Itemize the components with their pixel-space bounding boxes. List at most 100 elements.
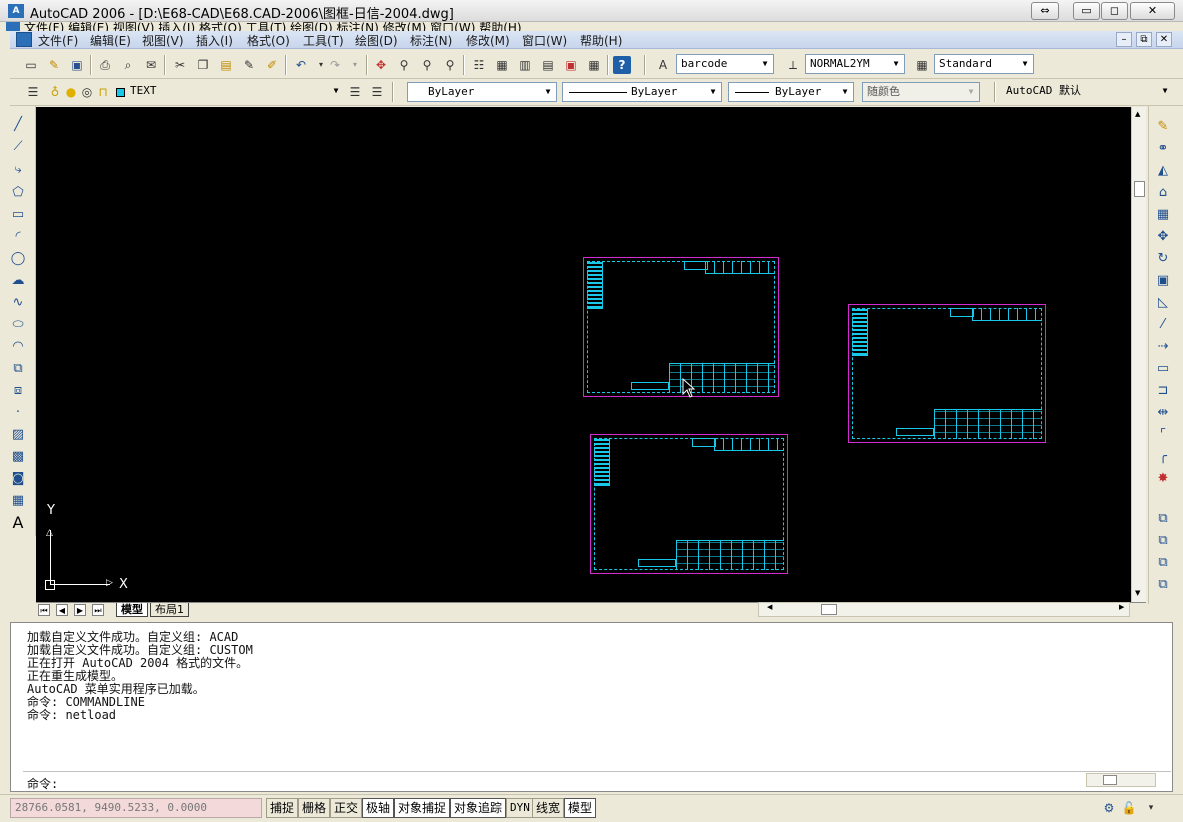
sheet-set-icon[interactable]: ▤ xyxy=(539,56,557,74)
gradient-icon[interactable]: ▩ xyxy=(8,448,28,466)
chamfer-icon[interactable]: ⌜ xyxy=(1153,426,1173,444)
table-icon[interactable]: ▦ xyxy=(8,492,28,510)
rectangle-icon[interactable]: ▭ xyxy=(8,206,28,224)
menu-view[interactable]: 视图(V) xyxy=(142,32,184,49)
paste-icon[interactable]: ▤ xyxy=(217,56,235,74)
multiline-text-icon[interactable]: A xyxy=(8,514,28,532)
break-at-point-icon[interactable]: ▭ xyxy=(1153,360,1173,378)
revision-cloud-icon[interactable]: ☁ xyxy=(8,272,28,290)
dim-style-icon[interactable]: ⟂ xyxy=(784,56,802,74)
scroll-right-icon[interactable]: ▶ xyxy=(1119,603,1124,611)
bring-to-front-icon[interactable]: ⧉ xyxy=(1153,532,1173,550)
draworder-icon[interactable]: ⧉ xyxy=(1153,510,1173,528)
copy-icon[interactable]: ❐ xyxy=(194,56,212,74)
horizontal-scrollbar[interactable]: ◀ ▶ xyxy=(758,602,1130,617)
doc-close-button[interactable]: ✕ xyxy=(1156,32,1172,47)
cut-icon[interactable]: ✂ xyxy=(171,56,189,74)
properties-icon[interactable]: ☷ xyxy=(470,56,488,74)
layer-manager-icon[interactable]: ☰ xyxy=(24,83,42,101)
table-style-select[interactable]: Standard ▼ xyxy=(934,54,1034,74)
zoom-previous-icon[interactable]: ⚲ xyxy=(441,56,459,74)
vertical-scrollbar[interactable]: ▲ ▼ xyxy=(1131,107,1146,602)
command-prompt[interactable]: 命令: xyxy=(27,775,58,792)
move-icon[interactable]: ✥ xyxy=(1153,228,1173,246)
osnap-toggle[interactable]: 对象捕捉 xyxy=(394,798,451,818)
drawing-frame-1[interactable] xyxy=(583,257,779,397)
prev-tab-icon[interactable]: ◀ xyxy=(56,604,68,616)
block-editor-icon[interactable]: ✐ xyxy=(263,56,281,74)
lock-toolbar-icon[interactable]: 🔓 xyxy=(1120,799,1138,817)
markup-set-icon[interactable]: ▣ xyxy=(562,56,580,74)
line-icon[interactable]: ╱ xyxy=(8,116,28,134)
workspace-select[interactable]: AutoCAD 默认 ▼ xyxy=(1002,82,1173,102)
explode-icon[interactable]: ✸ xyxy=(1153,470,1173,488)
drawing-frame-2[interactable] xyxy=(848,304,1046,443)
redo-icon[interactable]: ↷ xyxy=(326,56,344,74)
communication-center-icon[interactable]: ⚙ xyxy=(1100,799,1118,817)
snap-toggle[interactable]: 捕捉 xyxy=(266,798,299,818)
vertical-scroll-thumb[interactable] xyxy=(1134,181,1145,197)
next-tab-icon[interactable]: ▶ xyxy=(74,604,86,616)
pan-realtime-icon[interactable]: ✥ xyxy=(372,56,390,74)
save-icon[interactable]: ▣ xyxy=(68,56,86,74)
construction-line-icon[interactable]: ⟋ xyxy=(8,138,28,156)
arc-icon[interactable]: ◜ xyxy=(8,228,28,246)
offset-icon[interactable]: ⌂ xyxy=(1153,184,1173,202)
undo-icon[interactable]: ↶ xyxy=(292,56,310,74)
menu-modify[interactable]: 修改(M) xyxy=(466,32,510,49)
array-icon[interactable]: ▦ xyxy=(1153,206,1173,224)
coordinate-display[interactable]: 28766.0581, 9490.5233, 0.0000 xyxy=(10,798,262,818)
extend-icon[interactable]: ⇢ xyxy=(1153,338,1173,356)
text-style-icon[interactable]: A xyxy=(654,56,672,74)
send-to-back-icon[interactable]: ⧉ xyxy=(1153,554,1173,572)
status-menu-icon[interactable]: ▾ xyxy=(1142,799,1160,817)
join-icon[interactable]: ⇹ xyxy=(1153,404,1173,422)
polar-toggle[interactable]: 极轴 xyxy=(362,798,395,818)
linetype-select[interactable]: ByLayer ▼ xyxy=(562,82,722,102)
help-icon[interactable]: ? xyxy=(613,56,631,74)
layer-previous-icon[interactable]: ☰ xyxy=(368,83,386,101)
menu-dimension[interactable]: 标注(N) xyxy=(410,32,452,49)
ellipse-arc-icon[interactable]: ◠ xyxy=(8,338,28,356)
restore-layout-icon[interactable]: ⇔ xyxy=(1031,2,1059,20)
horizontal-scroll-thumb[interactable] xyxy=(821,604,837,615)
menu-file[interactable]: 文件(F) xyxy=(38,32,78,49)
plot-icon[interactable]: ⎙ xyxy=(96,56,114,74)
ellipse-icon[interactable]: ⬭ xyxy=(8,316,28,334)
document-icon[interactable] xyxy=(16,32,32,47)
circle-icon[interactable]: ◯ xyxy=(8,250,28,268)
bring-above-icon[interactable]: ⧉ xyxy=(1153,576,1173,594)
plot-preview-icon[interactable]: ⌕ xyxy=(119,56,137,74)
tab-layout1[interactable]: 布局1 xyxy=(150,603,189,617)
ortho-toggle[interactable]: 正交 xyxy=(330,798,363,818)
lineweight-select[interactable]: ByLayer ▼ xyxy=(728,82,854,102)
zoom-window-icon[interactable]: ⚲ xyxy=(418,56,436,74)
menu-help[interactable]: 帮助(H) xyxy=(580,32,622,49)
dyn-toggle[interactable]: DYN xyxy=(506,798,534,818)
design-center-icon[interactable]: ▦ xyxy=(493,56,511,74)
open-file-icon[interactable]: ✎ xyxy=(45,56,63,74)
spline-icon[interactable]: ∿ xyxy=(8,294,28,312)
table-style-icon[interactable]: ▦ xyxy=(913,56,931,74)
maximize-button[interactable]: ◻ xyxy=(1101,2,1128,20)
region-icon[interactable]: ◙ xyxy=(8,470,28,488)
doc-minimize-button[interactable]: – xyxy=(1116,32,1132,47)
command-scrollbar[interactable] xyxy=(1086,773,1156,787)
break-icon[interactable]: ⊐ xyxy=(1153,382,1173,400)
scale-icon[interactable]: ▣ xyxy=(1153,272,1173,290)
tool-palettes-icon[interactable]: ▥ xyxy=(516,56,534,74)
insert-block-icon[interactable]: ⧉ xyxy=(8,360,28,378)
menu-draw[interactable]: 绘图(D) xyxy=(355,32,398,49)
mirror-icon[interactable]: ◭ xyxy=(1153,162,1173,180)
doc-restore-button[interactable]: ⧉ xyxy=(1136,32,1152,47)
menu-edit[interactable]: 编辑(E) xyxy=(90,32,131,49)
redo-dropdown-icon[interactable]: ▾ xyxy=(346,56,364,74)
polygon-icon[interactable]: ⬠ xyxy=(8,184,28,202)
drawing-canvas[interactable]: △ ▷ Y X xyxy=(36,107,1131,602)
last-tab-icon[interactable]: ⏭ xyxy=(92,604,104,616)
lineweight-toggle[interactable]: 线宽 xyxy=(532,798,565,818)
point-icon[interactable]: · xyxy=(8,404,28,422)
grid-toggle[interactable]: 栅格 xyxy=(298,798,331,818)
match-properties-icon[interactable]: ✎ xyxy=(240,56,258,74)
menu-format[interactable]: 格式(O) xyxy=(247,32,290,49)
